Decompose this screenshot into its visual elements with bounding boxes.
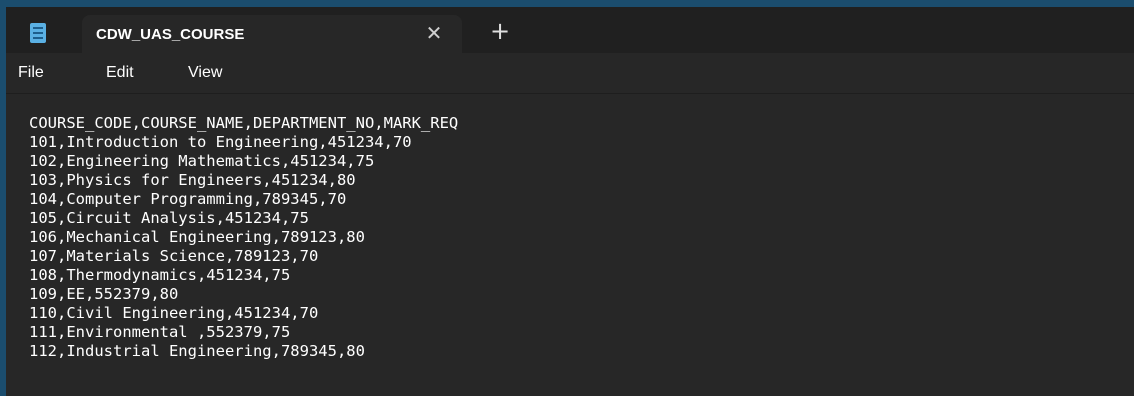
close-icon[interactable]: ✕ [422,21,446,45]
text-line: 103,Physics for Engineers,451234,80 [29,171,356,189]
title-bar: CDW_UAS_COURSE ✕ + [6,7,1134,53]
text-line: 109,EE,552379,80 [29,285,179,303]
text-line: 104,Computer Programming,789345,70 [29,190,347,208]
menu-edit[interactable]: Edit [106,64,134,82]
text-line: 106,Mechanical Engineering,789123,80 [29,228,365,246]
notepad-window: CDW_UAS_COURSE ✕ + File Edit View COURSE… [6,7,1134,396]
text-editor[interactable]: COURSE_CODE,COURSE_NAME,DEPARTMENT_NO,MA… [6,94,1134,396]
text-line: 108,Thermodynamics,451234,75 [29,266,291,284]
text-line-header: COURSE_CODE,COURSE_NAME,DEPARTMENT_NO,MA… [29,114,459,132]
icon-line [33,27,43,29]
new-tab-icon[interactable]: + [488,19,512,43]
text-content: COURSE_CODE,COURSE_NAME,DEPARTMENT_NO,MA… [29,114,458,361]
menu-view[interactable]: View [188,64,222,82]
text-line: 110,Civil Engineering,451234,70 [29,304,319,322]
text-line: 101,Introduction to Engineering,451234,7… [29,133,412,151]
text-line: 111,Environmental ,552379,75 [29,323,291,341]
notepad-icon [30,23,46,43]
menu-file[interactable]: File [18,64,44,82]
icon-line [33,37,43,39]
text-line: 102,Engineering Mathematics,451234,75 [29,152,375,170]
text-line: 112,Industrial Engineering,789345,80 [29,342,365,360]
text-line: 107,Materials Science,789123,70 [29,247,319,265]
icon-line [33,32,43,34]
tab-title: CDW_UAS_COURSE [96,26,245,43]
menu-bar: File Edit View [6,53,1134,94]
document-tab[interactable]: CDW_UAS_COURSE ✕ [82,15,462,53]
text-line: 105,Circuit Analysis,451234,75 [29,209,309,227]
